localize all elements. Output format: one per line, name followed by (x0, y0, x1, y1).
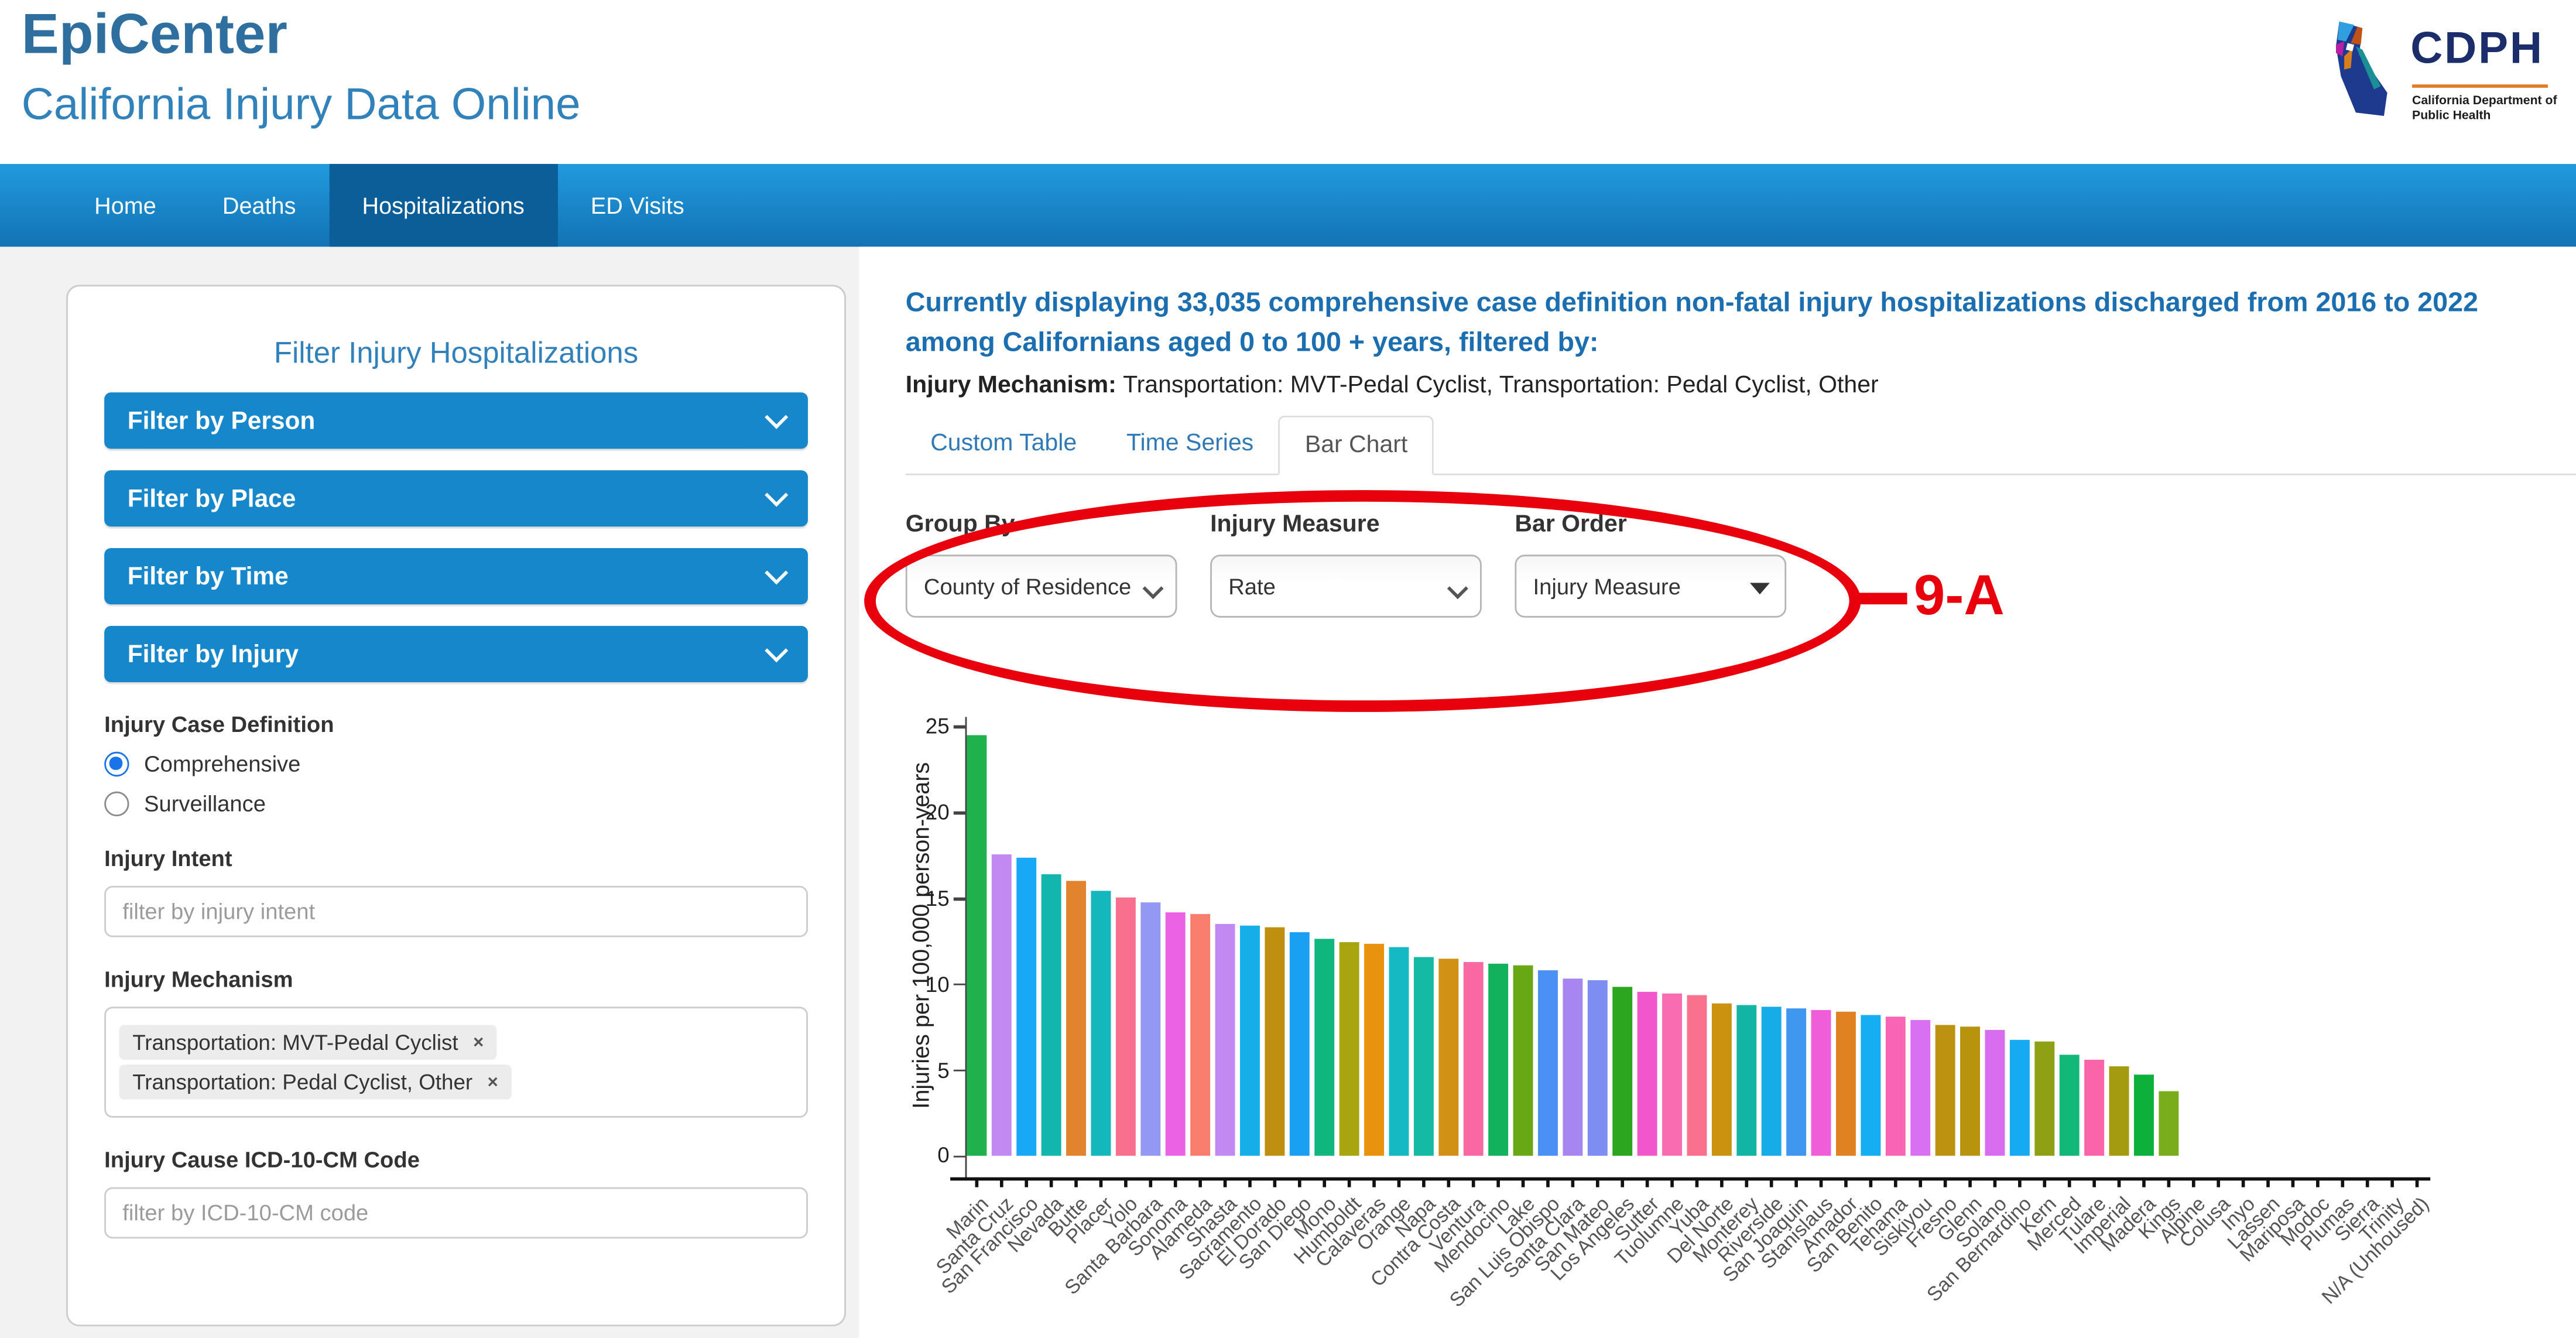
tab-time-series[interactable]: Time Series (1102, 416, 1279, 474)
california-icon (2328, 20, 2404, 122)
chevron-down-icon (765, 639, 788, 662)
radio-comprehensive[interactable]: Comprehensive (104, 752, 808, 776)
case-definition-label: Injury Case Definition (104, 712, 808, 737)
mechanism-tag: Transportation: MVT-Pedal Cyclist × (119, 1025, 497, 1059)
nav-item-label: Hospitalizations (362, 192, 524, 218)
nav-item-hospitalizations[interactable]: Hospitalizations (329, 164, 557, 247)
injury-measure-control: Injury Measure Rate (1210, 512, 1482, 618)
select-value: Rate (1228, 574, 1276, 598)
cdph-wordmark: CDPH (2410, 23, 2544, 75)
select-value: Injury Measure (1533, 574, 1681, 598)
annotation-line (1858, 593, 1907, 604)
nav-item-label: ED Visits (591, 192, 684, 218)
nav-item-home[interactable]: Home (61, 164, 190, 247)
filter-panel: Filter Injury Hospitalizations Filter by… (66, 285, 846, 1326)
main-content: Currently displaying 33,035 comprehensiv… (859, 247, 2576, 1337)
accordion-filter-by-time[interactable]: Filter by Time (104, 548, 808, 604)
main-nav: Home Deaths Hospitalizations ED Visits (0, 164, 2576, 247)
app-title: EpiCenter (22, 4, 287, 68)
accordion-label: Filter by Place (128, 484, 768, 512)
close-icon[interactable]: × (488, 1072, 498, 1092)
header: EpiCenter California Injury Data Online … (0, 0, 2576, 164)
accordion-label: Filter by Time (128, 562, 768, 590)
injury-measure-select[interactable]: Rate (1210, 555, 1482, 617)
view-tabs: Custom Table Time Series Bar Chart (906, 416, 2576, 475)
tab-bar-chart[interactable]: Bar Chart (1279, 416, 1434, 475)
group-by-label: Group By (906, 512, 1177, 538)
icd-code-label: Injury Cause ICD-10-CM Code (104, 1148, 808, 1172)
chevron-down-icon (765, 484, 788, 507)
tab-label: Time Series (1126, 430, 1253, 457)
accordion-filter-by-place[interactable]: Filter by Place (104, 470, 808, 526)
bar-order-select[interactable]: Injury Measure (1515, 555, 1786, 617)
annotation-label: 9-A (1914, 564, 2005, 629)
filter-summary-value: Transportation: MVT-Pedal Cyclist, Trans… (1123, 372, 1879, 399)
filter-panel-title: Filter Injury Hospitalizations (104, 336, 808, 371)
app-subtitle: California Injury Data Online (22, 80, 581, 131)
nav-item-ed-visits[interactable]: ED Visits (557, 164, 717, 247)
nav-item-deaths[interactable]: Deaths (189, 164, 329, 247)
nav-item-label: Deaths (222, 192, 296, 218)
injury-measure-label: Injury Measure (1210, 512, 1482, 538)
logo-org-line2: Public Health (2412, 108, 2557, 122)
close-icon[interactable]: × (473, 1032, 484, 1052)
injury-mechanism-label: Injury Mechanism (104, 967, 808, 991)
chart-controls: Group By County of Residence Injury Meas… (906, 512, 1820, 618)
accordion-filter-by-injury[interactable]: Filter by Injury (104, 626, 808, 682)
tag-label: Transportation: MVT-Pedal Cyclist (132, 1030, 458, 1055)
radio-unselected-icon[interactable] (104, 792, 129, 816)
injury-intent-label: Injury Intent (104, 846, 808, 871)
logo-rule (2412, 84, 2548, 88)
icd-code-input[interactable] (104, 1188, 808, 1239)
radio-surveillance[interactable]: Surveillance (104, 792, 808, 816)
injury-mechanism-input[interactable]: Transportation: MVT-Pedal Cyclist × Tran… (104, 1007, 808, 1117)
chevron-down-icon (765, 406, 788, 429)
filter-summary-label: Injury Mechanism: (906, 372, 1116, 399)
chevron-down-icon (765, 561, 788, 584)
radio-label: Comprehensive (144, 752, 300, 776)
page: EpiCenter California Injury Data Online … (0, 0, 2576, 1338)
dropdown-arrow-icon (1750, 583, 1770, 594)
tab-label: Custom Table (930, 430, 1077, 457)
group-by-select[interactable]: County of Residence (906, 555, 1177, 617)
bar-order-label: Bar Order (1515, 512, 1786, 538)
accordion-filter-by-person[interactable]: Filter by Person (104, 392, 808, 449)
radio-label: Surveillance (144, 792, 266, 816)
radio-selected-icon[interactable] (104, 752, 129, 776)
group-by-control: Group By County of Residence (906, 512, 1177, 618)
injury-intent-input[interactable] (104, 886, 808, 937)
accordion-label: Filter by Person (128, 406, 768, 434)
nav-item-label: Home (94, 192, 156, 218)
accordion-label: Filter by Injury (128, 640, 768, 668)
chevron-down-icon (1447, 578, 1468, 599)
chevron-down-icon (1143, 578, 1164, 599)
cdph-logo: CDPH California Department of Public Hea… (2328, 20, 2560, 136)
bar-order-control: Bar Order Injury Measure (1515, 512, 1786, 618)
logo-org-name: California Department of Public Health (2412, 93, 2557, 122)
summary-text: Currently displaying 33,035 comprehensiv… (906, 283, 2528, 363)
filter-summary: Injury Mechanism: Transportation: MVT-Ped… (906, 372, 1879, 399)
tab-label: Bar Chart (1305, 432, 1407, 458)
logo-org-line1: California Department of (2412, 93, 2557, 107)
tag-label: Transportation: Pedal Cyclist, Other (132, 1070, 472, 1094)
tab-custom-table[interactable]: Custom Table (906, 416, 1102, 474)
mechanism-tag: Transportation: Pedal Cyclist, Other × (119, 1065, 512, 1099)
select-value: County of Residence (924, 574, 1131, 598)
